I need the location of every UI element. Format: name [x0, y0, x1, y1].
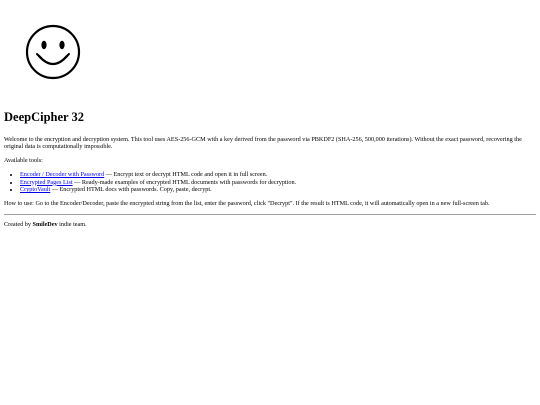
cryptovault-link[interactable]: CryptoVault	[20, 186, 50, 193]
encrypted-pages-list-link[interactable]: Encrypted Pages List	[20, 179, 73, 186]
howto-paragraph: How to use: Go to the Encoder/Decoder, p…	[4, 200, 490, 208]
tool-item-cryptovault: CryptoVault — Encrypted HTML docs with p…	[20, 186, 536, 194]
smiley-face-icon	[23, 22, 83, 82]
tool-item-encoder: Encoder / Decoder with Password — Encryp…	[20, 171, 536, 179]
tools-list: Encoder / Decoder with Password — Encryp…	[4, 171, 536, 194]
page: DeepCipher 32 Welcome to the encryption …	[0, 0, 540, 229]
tool-description: — Encrypted HTML docs with passwords. Co…	[50, 186, 212, 194]
page-title: DeepCipher 32	[4, 110, 84, 124]
tool-item-pages-list: Encrypted Pages List — Ready-made exampl…	[20, 179, 536, 187]
team-name: SmileDev	[32, 220, 58, 228]
footer-prefix: Created by	[4, 220, 33, 228]
footer-suffix: indie team.	[57, 220, 87, 228]
tool-description: — Encrypt text or decrypt HTML code and …	[104, 170, 268, 178]
intro-paragraph: Welcome to the encryption and decryption…	[4, 135, 522, 151]
tool-description: — Ready-made examples of encrypted HTML …	[72, 178, 297, 186]
encoder-decoder-link[interactable]: Encoder / Decoder with Password	[20, 171, 104, 178]
tools-heading: Available tools:	[4, 157, 43, 165]
footer-credit: Created by SmileDev indie team.	[4, 221, 536, 229]
divider	[4, 213, 536, 215]
